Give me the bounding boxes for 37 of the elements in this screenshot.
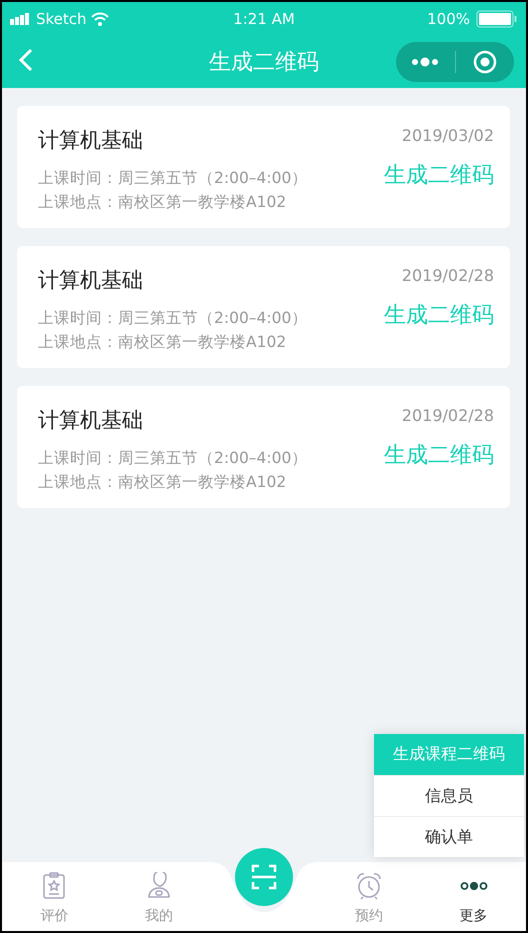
battery-icon [476,10,518,28]
alarm-clock-icon [354,872,383,900]
back-icon [19,48,33,72]
user-icon [146,872,172,900]
wifi-icon [90,12,109,26]
tab-item[interactable]: 评价 [2,862,107,931]
menu-item[interactable]: 生成课程二维码 [374,734,524,775]
carrier-name: Sketch [36,10,87,28]
generate-qr-button[interactable]: 生成二维码 [384,160,494,190]
target-icon [472,50,497,74]
generate-qr-button[interactable]: 生成二维码 [384,440,494,470]
tab-item[interactable]: 更多 [421,862,526,931]
more-icon [411,57,440,67]
scan-icon [250,864,277,890]
course-date: 2019/02/28 [402,406,494,425]
class-time: 上课时间：周三第五节（2:00–4:00） [38,168,308,189]
scan-button[interactable] [234,848,293,906]
course-date: 2019/02/28 [402,266,494,285]
page-title: 生成二维码 [209,49,319,77]
battery-percent: 100% [427,10,470,28]
clock-time: 1:21 AM [233,10,295,28]
class-location: 上课地点：南校区第一教学楼A102 [38,192,288,213]
generate-qr-button[interactable]: 生成二维码 [384,300,494,330]
menu-item[interactable]: 确认单 [374,816,524,857]
course-date: 2019/03/02 [402,126,494,145]
more-icon [460,880,488,892]
tab-item[interactable]: 预约 [316,862,422,931]
class-location: 上课地点：南校区第一教学楼A102 [38,332,288,353]
class-time: 上课时间：周三第五节（2:00–4:00） [38,308,308,329]
course-name: 计算机基础 [38,267,144,294]
class-time: 上课时间：周三第五节（2:00–4:00） [38,448,308,469]
menu-item[interactable]: 信息员 [374,775,524,816]
course-name: 计算机基础 [38,407,144,434]
class-location: 上课地点：南校区第一教学楼A102 [38,472,288,493]
signal-icon [10,13,32,25]
course-name: 计算机基础 [38,127,144,154]
tab-item[interactable]: 我的 [106,862,212,931]
